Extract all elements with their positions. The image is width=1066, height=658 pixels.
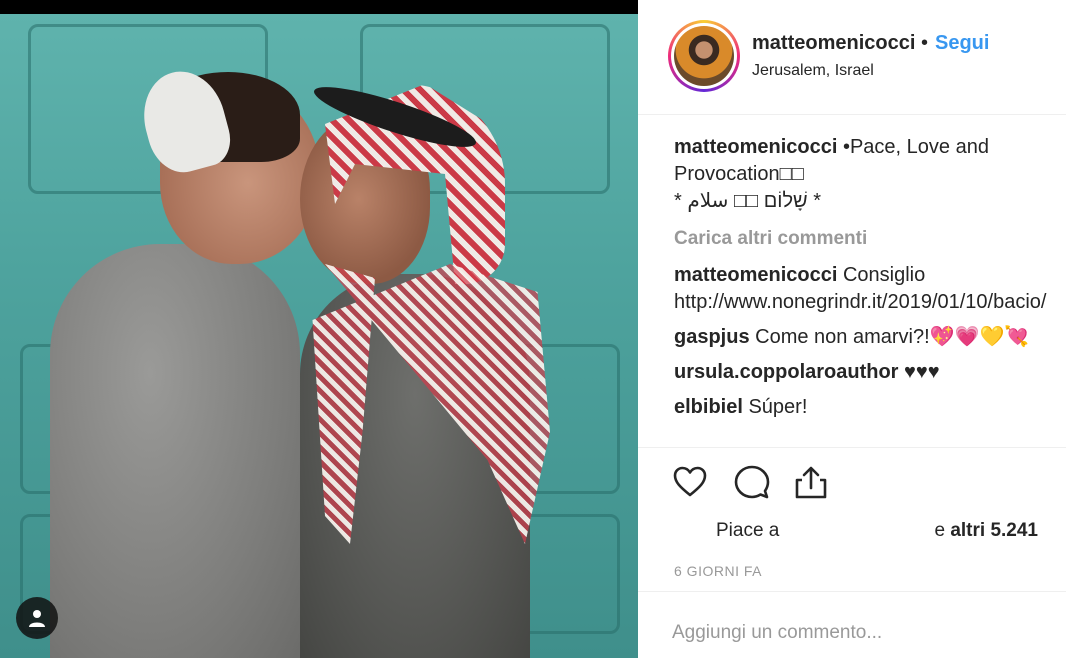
add-comment-input[interactable] <box>672 622 1032 644</box>
heart-icon[interactable] <box>672 464 708 500</box>
add-comment-bar <box>638 591 1066 651</box>
person-left-body <box>50 244 300 658</box>
load-more-comments-button[interactable]: Carica altri commenti <box>674 225 1054 252</box>
likes-count[interactable]: e altri 5.241 <box>934 520 1038 542</box>
post-sidebar: matteomenicocci • Segui Jerusalem, Israe… <box>638 0 1066 658</box>
location-link[interactable]: Jerusalem, Israel <box>752 62 874 80</box>
comment-text: Come non amarvi?!💖💗💛💘 <box>749 326 1030 348</box>
comment-username[interactable]: gaspjus <box>674 326 750 348</box>
avatar[interactable] <box>668 20 740 92</box>
comment-username[interactable]: matteomenicocci <box>674 264 837 286</box>
likes-number[interactable]: altri 5.241 <box>950 520 1038 541</box>
user-icon <box>29 610 45 627</box>
comment-username[interactable]: elbibiel <box>674 396 743 418</box>
caption-line-2: Provocation□□ <box>674 163 804 185</box>
caption-line-1: •Pace, Love and <box>837 136 989 158</box>
likes-suffix-lead: e <box>934 520 951 541</box>
caption: matteomenicocci •Pace, Love and Provocat… <box>674 134 1054 215</box>
comment-username[interactable]: ursula.coppolaroauthor <box>674 361 898 383</box>
post-timestamp[interactable]: 6 GIORNI FA <box>674 563 762 579</box>
comment-text: ♥♥♥ <box>898 361 940 383</box>
comment-item: ursula.coppolaroauthor ♥♥♥ <box>674 359 1054 386</box>
post-photo[interactable] <box>0 14 638 658</box>
post-photo-pane[interactable] <box>0 0 638 658</box>
caption-line-3: * שָׁלוֹם □□ سلام * <box>674 190 821 212</box>
share-icon[interactable] <box>793 464 829 500</box>
comments-list[interactable]: matteomenicocci •Pace, Love and Provocat… <box>674 134 1054 446</box>
author-username[interactable]: matteomenicocci <box>752 32 915 55</box>
comment-item: matteomenicocci Consiglio http://www.non… <box>674 262 1054 316</box>
comment-item: elbibiel Súper! <box>674 394 1054 421</box>
likes-prefix: Piace a <box>716 520 780 541</box>
avatar-image <box>674 26 734 86</box>
follow-button[interactable]: Segui <box>935 32 989 55</box>
post-header: matteomenicocci • Segui Jerusalem, Israe… <box>638 0 1066 115</box>
comment-icon[interactable] <box>734 464 770 500</box>
tagged-users-button[interactable] <box>16 597 58 639</box>
comment-text: Súper! <box>742 396 808 418</box>
post-actions: Piace a e altri 5.241 6 GIORNI FA <box>638 447 1066 647</box>
comment-item: gaspjus Come non amarvi?!💖💗💛💘 <box>674 324 1054 351</box>
separator-dot: • <box>921 32 929 54</box>
caption-username[interactable]: matteomenicocci <box>674 136 837 158</box>
